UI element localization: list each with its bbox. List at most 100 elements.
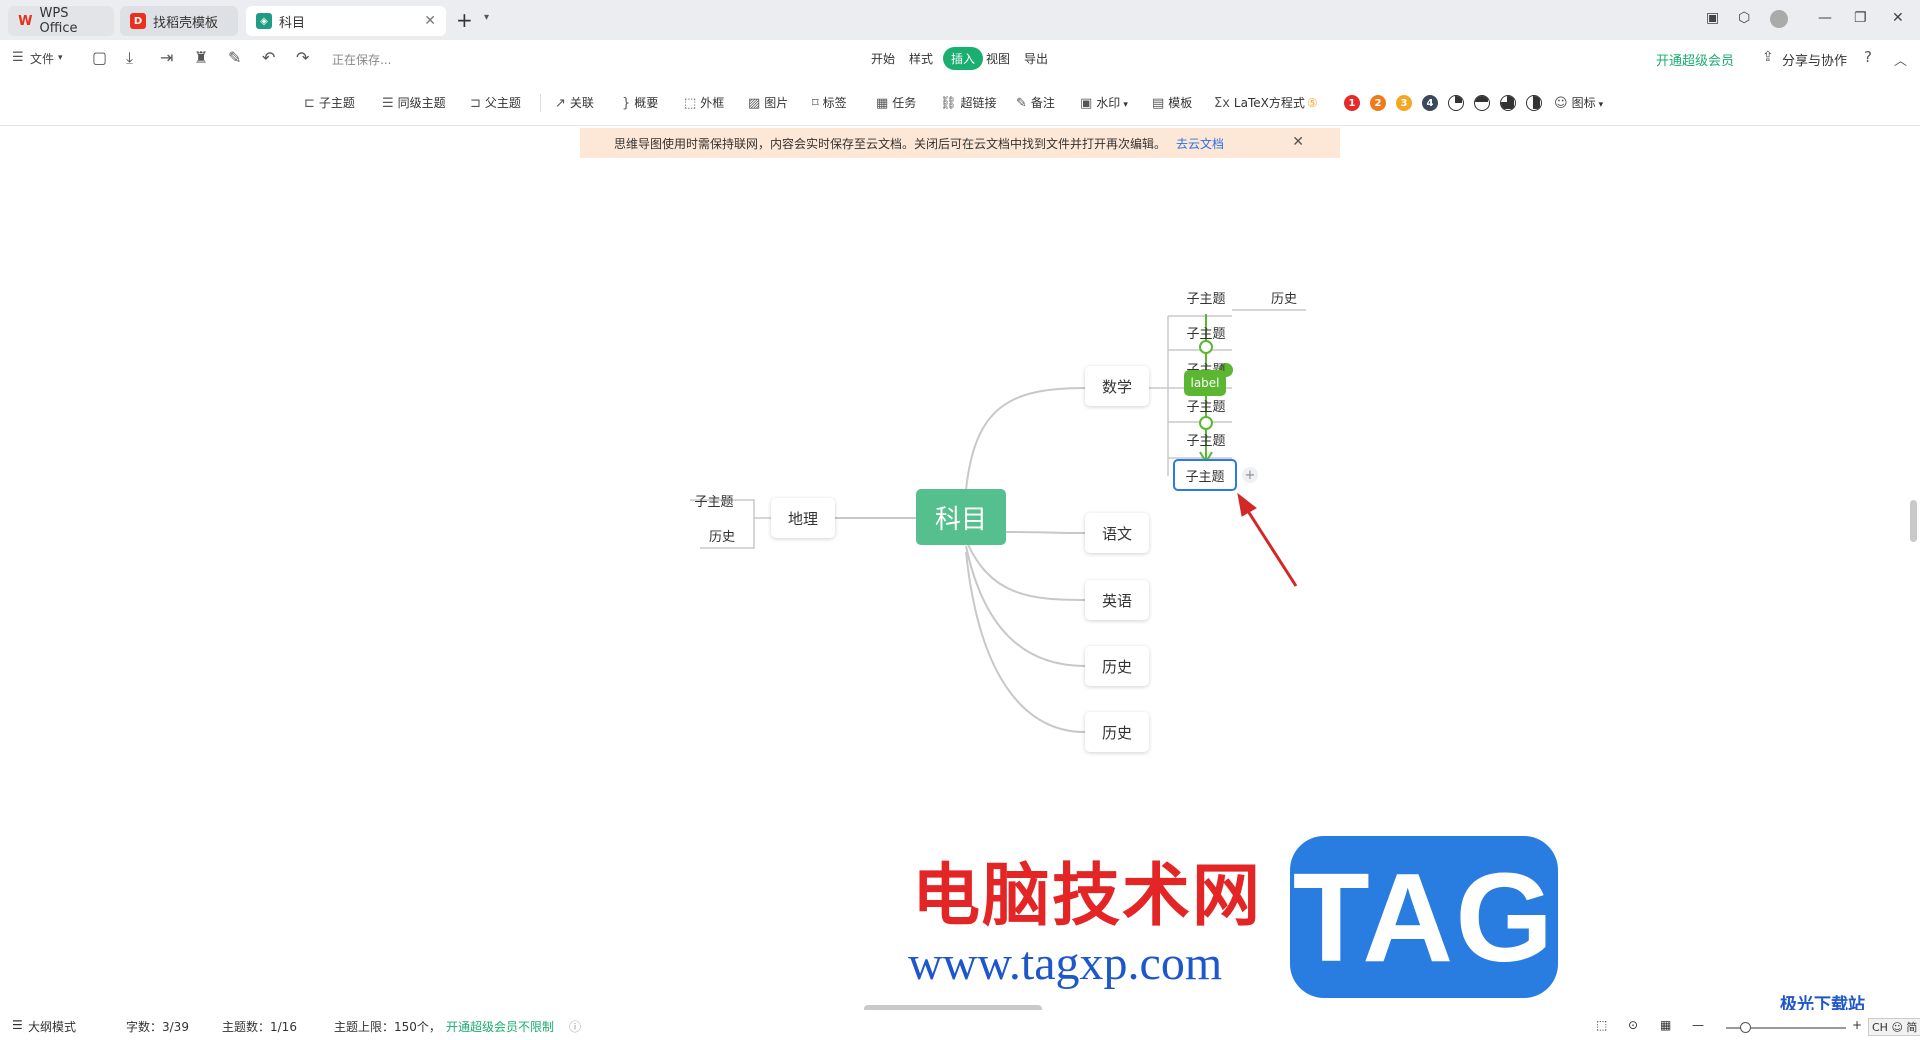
map-icon[interactable]: ▦ xyxy=(1660,1018,1671,1032)
share-icon: ⇪ xyxy=(1762,49,1774,65)
sigma-icon: Σx xyxy=(1214,96,1230,111)
branch-history[interactable]: 历史 xyxy=(1085,712,1149,752)
save-icon[interactable]: ▢ xyxy=(92,48,107,67)
image-button[interactable]: ▨ 图片 xyxy=(748,94,788,111)
tab-wps-office[interactable]: W WPS Office xyxy=(8,6,114,36)
vip-link[interactable]: 开通超级会员 xyxy=(1656,50,1734,69)
download-icon[interactable]: ⤓ xyxy=(126,48,133,68)
restore-icon[interactable]: ❐ xyxy=(1854,10,1867,26)
unlimited-vip-link[interactable]: 开通超级会员不限制 xyxy=(446,1018,554,1035)
tab-view[interactable]: 视图 xyxy=(986,50,1010,67)
progress-three-quarter-icon[interactable] xyxy=(1500,95,1516,111)
subtopic[interactable]: 历史 xyxy=(700,526,744,545)
sibling-topic-button[interactable]: ☰ 同级主题 xyxy=(382,94,446,111)
parent-topic-button[interactable]: ⊐ 父主题 xyxy=(470,94,521,111)
zoom-in-icon[interactable]: + xyxy=(1852,1018,1862,1032)
chevron-down-icon[interactable]: ▾ xyxy=(58,53,63,63)
watermark-button[interactable]: ▣ 水印 ▾ xyxy=(1080,94,1128,111)
zoom-out-icon[interactable]: — xyxy=(1692,1018,1704,1032)
priority-1-icon[interactable]: 1 xyxy=(1344,95,1360,111)
tab-document[interactable]: ◈ 科目 ✕ xyxy=(246,6,446,36)
locate-icon[interactable]: ⊙ xyxy=(1628,1018,1638,1032)
redo-icon[interactable]: ↷ xyxy=(296,48,309,67)
hyperlink-button[interactable]: ⛓ 超链接 xyxy=(940,94,997,111)
summary-button[interactable]: } 概要 xyxy=(622,94,658,111)
watermark-icon: ▣ xyxy=(1080,96,1093,111)
tab-export[interactable]: 导出 xyxy=(1024,50,1048,67)
new-tab-icon[interactable]: + xyxy=(456,8,473,32)
menu-bar: ☰ 文件 ▾ ▢ ⤓ ⇥ ♜ ✎ ↶ ↷ 正在保存... 开始 样式 插入 视图… xyxy=(0,40,1920,78)
file-menu[interactable]: 文件 xyxy=(30,50,54,67)
format-painter-icon[interactable]: ♜ xyxy=(194,48,208,67)
minimize-icon[interactable]: — xyxy=(1818,10,1832,26)
docer-logo-icon: D xyxy=(130,13,146,29)
tab-templates[interactable]: D 找稻壳模板 xyxy=(120,6,238,36)
progress-full-icon[interactable] xyxy=(1526,95,1542,111)
subtopic[interactable]: 子主题 xyxy=(1180,288,1232,307)
layout-icon[interactable]: ▣ xyxy=(1706,10,1719,26)
image-icon: ▨ xyxy=(748,96,761,111)
tb-label: 概要 xyxy=(634,96,659,110)
selected-subtopic[interactable]: 子主题 xyxy=(1173,459,1237,491)
export-icon[interactable]: ⇥ xyxy=(160,48,173,67)
link-icon: ⛓ xyxy=(940,96,957,111)
latex-button[interactable]: Σx LaTeX方程式 ⑤ xyxy=(1214,94,1318,111)
template-button[interactable]: ▤ 模板 xyxy=(1152,94,1192,111)
priority-3-icon[interactable]: 3 xyxy=(1396,95,1412,111)
branch-math[interactable]: 数学 xyxy=(1085,366,1149,406)
tb-label: 水印 xyxy=(1096,96,1121,110)
frame-button[interactable]: ⬚ 外框 xyxy=(684,94,724,111)
subtopic[interactable]: 子主题 xyxy=(1180,323,1232,342)
tab-style[interactable]: 样式 xyxy=(909,50,933,67)
tb-label: 关联 xyxy=(569,96,594,110)
tb-label: 图片 xyxy=(764,96,789,110)
smiley-icon: ☺ xyxy=(1554,96,1568,111)
tab-insert[interactable]: 插入 xyxy=(943,47,984,70)
sibling-topic-icon: ☰ xyxy=(382,96,394,111)
progress-quarter-icon[interactable] xyxy=(1448,95,1464,111)
tb-label: 父主题 xyxy=(484,96,521,110)
subtopic[interactable]: 子主题 xyxy=(1180,430,1232,449)
tb-label: 标签 xyxy=(822,96,847,110)
outline-mode-button[interactable]: 大纲模式 xyxy=(28,1018,76,1035)
tag-button[interactable]: ⌑ 标签 xyxy=(812,94,847,111)
relation-button[interactable]: ↗ 关联 xyxy=(555,94,594,111)
cube-icon[interactable]: ⬡ xyxy=(1738,10,1750,26)
chevron-down-icon[interactable]: ▾ xyxy=(484,12,489,23)
tb-label: LaTeX方程式 xyxy=(1233,96,1305,110)
priority-2-icon[interactable]: 2 xyxy=(1370,95,1386,111)
note-button[interactable]: ✎ 备注 xyxy=(1016,94,1055,111)
subtopic[interactable]: 子主题 xyxy=(1180,396,1232,415)
progress-half-icon[interactable] xyxy=(1474,95,1490,111)
collapse-icon[interactable]: ︿ xyxy=(1894,50,1907,69)
icon-button[interactable]: ☺ 图标 ▾ xyxy=(1554,94,1603,111)
relation-label[interactable]: label xyxy=(1184,370,1226,396)
branch-english[interactable]: 英语 xyxy=(1085,580,1149,620)
undo-icon[interactable]: ↶ xyxy=(262,48,275,67)
priority-4-icon[interactable]: 4 xyxy=(1422,95,1438,111)
branch-geography[interactable]: 地理 xyxy=(771,498,835,538)
branch-history[interactable]: 历史 xyxy=(1085,646,1149,686)
subtopic[interactable]: 历史 xyxy=(1262,288,1306,307)
select-icon[interactable]: ⬚ xyxy=(1596,1018,1607,1032)
tab-start[interactable]: 开始 xyxy=(871,50,895,67)
root-topic[interactable]: 科目 xyxy=(916,489,1006,545)
zoom-slider-handle[interactable] xyxy=(1740,1022,1751,1033)
info-icon[interactable]: ⓘ xyxy=(569,1018,581,1035)
close-window-icon[interactable]: ✕ xyxy=(1892,10,1904,26)
avatar[interactable] xyxy=(1770,10,1788,28)
hamburger-icon[interactable]: ☰ xyxy=(12,50,24,65)
vertical-scrollbar[interactable] xyxy=(1910,500,1917,542)
help-icon[interactable]: ? xyxy=(1864,48,1872,66)
close-icon[interactable]: ✕ xyxy=(424,13,436,29)
share-button[interactable]: 分享与协作 xyxy=(1782,50,1847,69)
task-button[interactable]: ▦ 任务 xyxy=(876,94,916,111)
child-topic-icon: ⊏ xyxy=(304,96,315,111)
pen-icon[interactable]: ✎ xyxy=(228,48,241,67)
branch-chinese[interactable]: 语文 xyxy=(1085,513,1149,553)
child-topic-button[interactable]: ⊏ 子主题 xyxy=(304,94,355,111)
subtopic[interactable]: 子主题 xyxy=(688,491,740,510)
list-icon[interactable]: ☰ xyxy=(12,1018,23,1032)
add-subtopic-icon[interactable]: + xyxy=(1242,467,1258,483)
topic-limit: 主题上限：150个， xyxy=(334,1020,441,1034)
